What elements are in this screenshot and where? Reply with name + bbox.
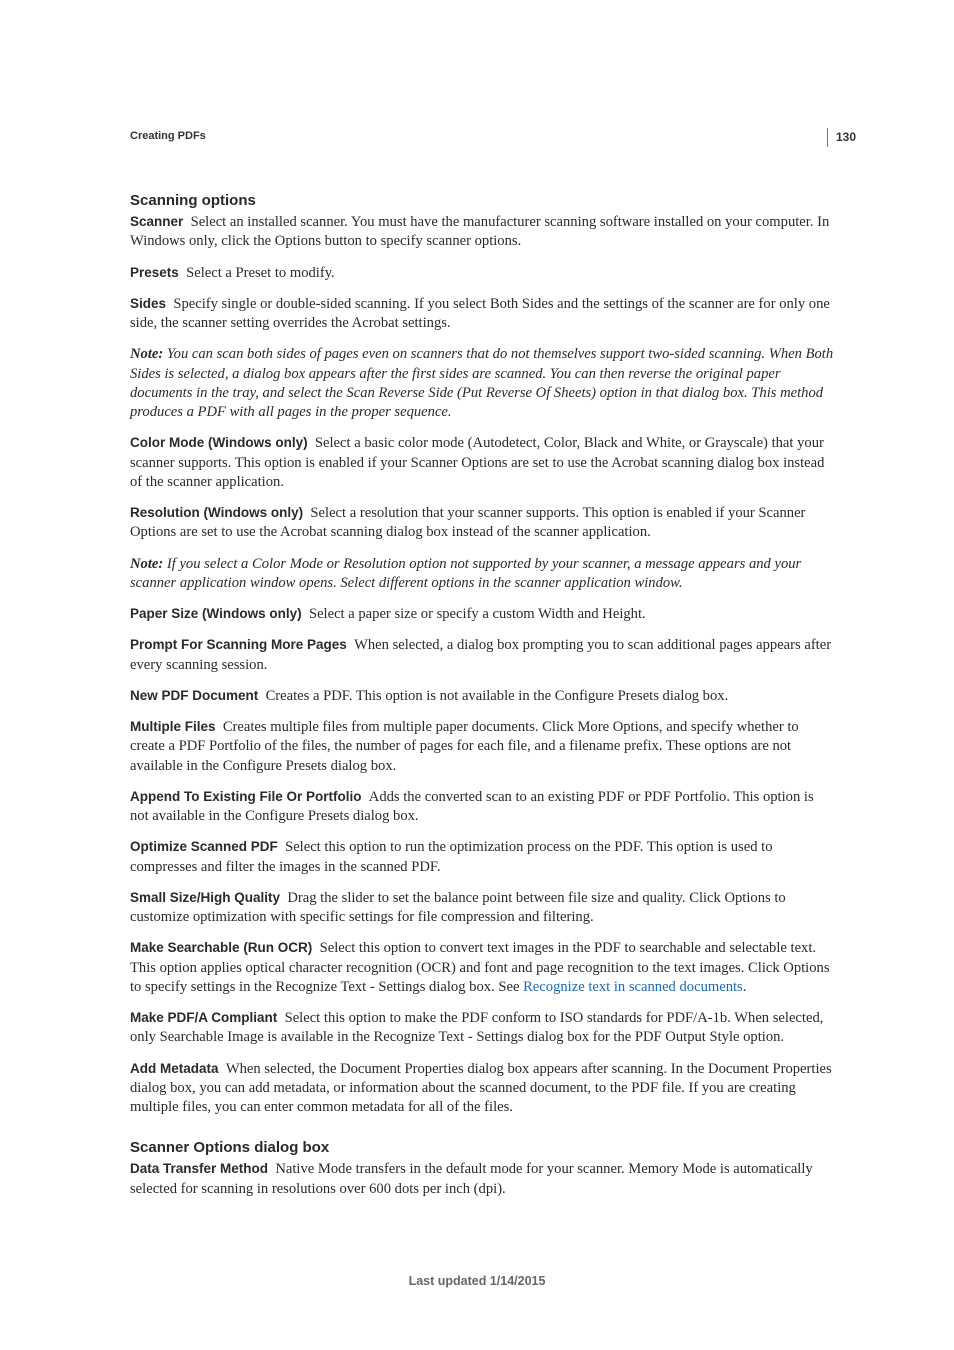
entry-scanner: Scanner Select an installed scanner. You… (130, 213, 834, 252)
section-title-scanning-options: Scanning options (130, 192, 834, 209)
entry-label: Add Metadata (130, 1061, 219, 1076)
link-recognize-text[interactable]: Recognize text in scanned documents (523, 979, 743, 995)
note-text: You can scan both sides of pages even on… (130, 346, 833, 420)
note-color-resolution: Note: If you select a Color Mode or Reso… (130, 555, 834, 594)
note-label: Note: (130, 556, 163, 572)
entry-label: Color Mode (Windows only) (130, 435, 308, 450)
entry-label: Small Size/High Quality (130, 890, 280, 905)
note-both-sides: Note: You can scan both sides of pages e… (130, 345, 834, 422)
entry-label: Sides (130, 296, 166, 311)
entry-label: Presets (130, 265, 179, 280)
section-title-scanner-options: Scanner Options dialog box (130, 1139, 834, 1156)
entry-data-transfer-method: Data Transfer Method Native Mode transfe… (130, 1160, 834, 1199)
entry-make-searchable: Make Searchable (Run OCR) Select this op… (130, 939, 834, 997)
entry-text: Select an installed scanner. You must ha… (130, 214, 829, 249)
entry-prompt-more-pages: Prompt For Scanning More Pages When sele… (130, 636, 834, 675)
entry-paper-size: Paper Size (Windows only) Select a paper… (130, 605, 834, 624)
entry-text: Select a Preset to modify. (186, 265, 335, 281)
entry-add-metadata: Add Metadata When selected, the Document… (130, 1060, 834, 1118)
entry-multiple-files: Multiple Files Creates multiple files fr… (130, 718, 834, 776)
entry-label: Data Transfer Method (130, 1161, 268, 1176)
entry-text-tail: . (743, 979, 747, 995)
entry-label: Resolution (Windows only) (130, 505, 303, 520)
entry-label: Make Searchable (Run OCR) (130, 940, 312, 955)
footer-last-updated: Last updated 1/14/2015 (0, 1274, 954, 1288)
entry-append-existing: Append To Existing File Or Portfolio Add… (130, 788, 834, 827)
entry-text: Creates multiple files from multiple pap… (130, 719, 799, 774)
entry-new-pdf-document: New PDF Document Creates a PDF. This opt… (130, 687, 834, 706)
entry-label: Append To Existing File Or Portfolio (130, 789, 362, 804)
entry-resolution: Resolution (Windows only) Select a resol… (130, 504, 834, 543)
note-label: Note: (130, 346, 163, 362)
entry-optimize-scanned: Optimize Scanned PDF Select this option … (130, 838, 834, 877)
entry-text: Select a paper size or specify a custom … (309, 606, 646, 622)
entry-color-mode: Color Mode (Windows only) Select a basic… (130, 434, 834, 492)
page-number: 130 (827, 128, 856, 147)
entry-presets: Presets Select a Preset to modify. (130, 264, 834, 283)
entry-text: When selected, the Document Properties d… (130, 1061, 832, 1116)
entry-text: Creates a PDF. This option is not availa… (266, 688, 729, 704)
entry-label: Paper Size (Windows only) (130, 606, 302, 621)
entry-label: Prompt For Scanning More Pages (130, 637, 347, 652)
chapter-heading: Creating PDFs (130, 130, 834, 142)
entry-label: New PDF Document (130, 688, 258, 703)
entry-label: Optimize Scanned PDF (130, 839, 278, 854)
entry-text: Specify single or double-sided scanning.… (130, 296, 830, 331)
entry-pdfa-compliant: Make PDF/A Compliant Select this option … (130, 1009, 834, 1048)
entry-sides: Sides Specify single or double-sided sca… (130, 295, 834, 334)
entry-small-size-high-quality: Small Size/High Quality Drag the slider … (130, 889, 834, 928)
entry-label: Make PDF/A Compliant (130, 1010, 277, 1025)
note-text: If you select a Color Mode or Resolution… (130, 556, 801, 591)
entry-label: Scanner (130, 214, 183, 229)
entry-label: Multiple Files (130, 719, 216, 734)
